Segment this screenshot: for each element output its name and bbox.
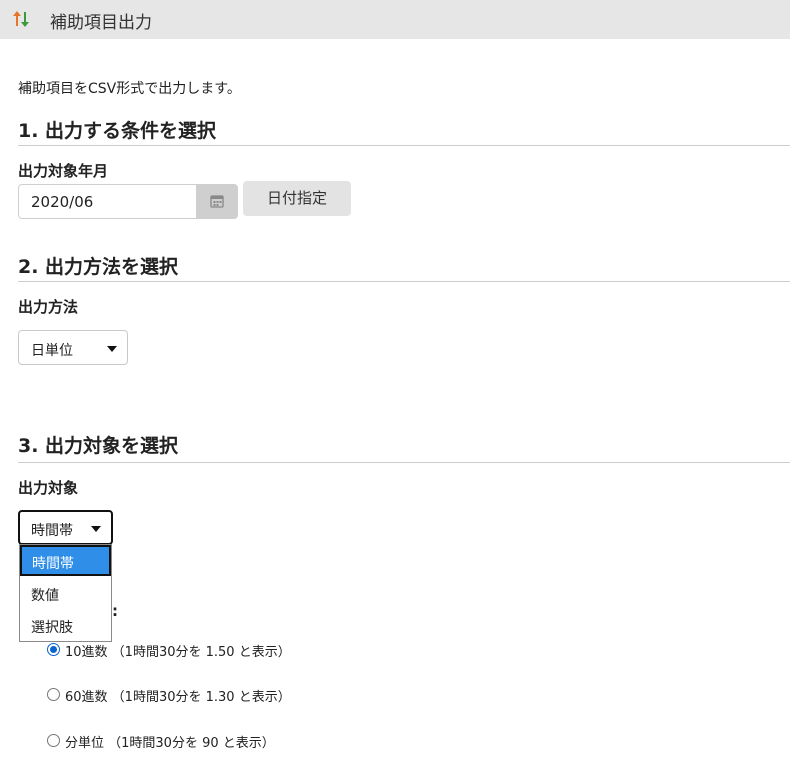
radio-button[interactable]: [47, 734, 60, 747]
date-specify-button[interactable]: 日付指定: [243, 181, 351, 216]
intro-text: 補助項目をCSV形式で出力します。: [18, 81, 241, 97]
calendar-button[interactable]: [196, 184, 238, 219]
section-1-divider: [18, 145, 790, 146]
window-title: 補助項目出力: [50, 13, 152, 33]
title-bar: 補助項目出力: [0, 0, 790, 39]
dropdown-option-choice[interactable]: 選択肢: [20, 610, 111, 641]
month-input[interactable]: 2020/06: [18, 184, 196, 219]
caret-down-icon: [107, 346, 117, 352]
up-down-arrows-icon: [11, 9, 31, 29]
dropdown-option-number[interactable]: 数値: [20, 578, 111, 609]
section-1-heading: 1. 出力する条件を選択: [18, 120, 217, 142]
caret-down-icon: [91, 526, 101, 532]
radio-button-checked[interactable]: [47, 643, 60, 656]
target-select[interactable]: 時間帯: [18, 510, 113, 545]
section-2-heading: 2. 出力方法を選択: [18, 256, 179, 278]
radio-minutes-label: 分単位 （1時間30分を 90 と表示）: [65, 736, 275, 751]
target-field-label: 出力対象: [18, 479, 79, 497]
method-select[interactable]: 日単位: [18, 330, 128, 365]
radio-sexagesimal-label: 60進数 （1時間30分を 1.30 と表示）: [65, 690, 291, 705]
target-select-value: 時間帯: [31, 523, 73, 539]
method-select-value: 日単位: [31, 343, 73, 359]
section-2-divider: [18, 281, 790, 282]
format-label-tail: :: [112, 602, 118, 620]
dropdown-option-time[interactable]: 時間帯: [20, 545, 111, 576]
month-field-label: 出力対象年月: [18, 162, 109, 180]
calendar-icon: [210, 195, 224, 208]
section-3-divider: [18, 462, 790, 463]
method-field-label: 出力方法: [18, 298, 79, 316]
section-3-heading: 3. 出力対象を選択: [18, 435, 179, 457]
target-dropdown-list: 時間帯 数値 選択肢: [19, 544, 112, 642]
radio-decimal-label: 10進数 （1時間30分を 1.50 と表示）: [65, 645, 291, 660]
radio-button[interactable]: [47, 688, 60, 701]
